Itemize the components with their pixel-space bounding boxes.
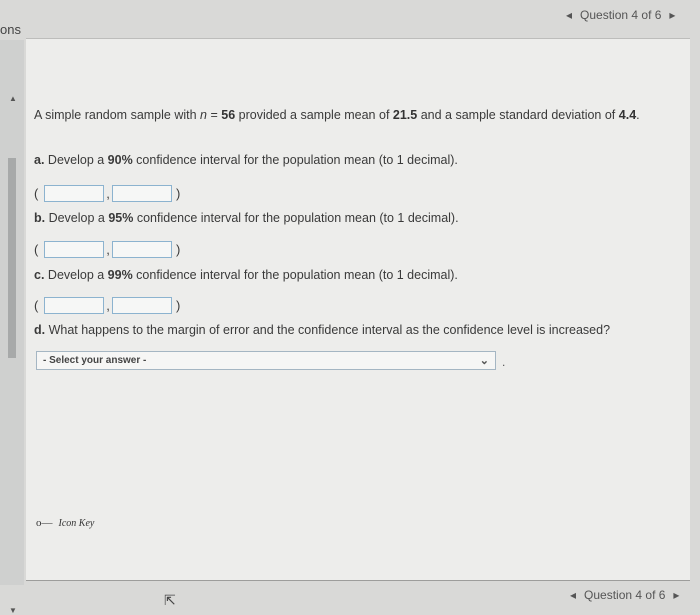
part-b-interval: ( , ) xyxy=(34,240,181,258)
answer-select[interactable]: - Select your answer - ⌄ xyxy=(36,351,496,370)
sample-sd: 4.4 xyxy=(618,108,637,122)
left-scrollbar[interactable]: ▲ ▼ xyxy=(0,40,24,615)
question-text: A simple random sample with n = 56 provi… xyxy=(34,108,640,122)
part-c-upper-input[interactable] xyxy=(112,296,172,314)
mouse-cursor-icon: ⇱ xyxy=(164,592,176,608)
select-value: - Select your answer - xyxy=(43,355,147,366)
part-b-prompt: b. Develop a 95% confidence interval for… xyxy=(34,211,459,225)
part-a-lower-input[interactable] xyxy=(44,184,104,202)
prev-question-icon[interactable]: ◂ xyxy=(566,8,572,22)
sidebar-label: ons xyxy=(0,22,21,37)
question-counter: Question 4 of 6 xyxy=(580,8,662,22)
prev-question-icon[interactable]: ◂ xyxy=(570,588,576,602)
sample-size: 56 xyxy=(221,108,236,122)
part-b-lower-input[interactable] xyxy=(44,240,104,258)
question-nav-top: ◂ Question 4 of 6 ▸ xyxy=(562,8,679,22)
next-question-icon[interactable]: ▸ xyxy=(669,8,675,22)
scroll-down-icon[interactable]: ▼ xyxy=(9,606,17,615)
sample-mean: 21.5 xyxy=(392,108,418,122)
scroll-up-icon[interactable]: ▲ xyxy=(9,94,17,103)
icon-key-label: Icon Key xyxy=(58,517,95,529)
part-a-prompt: a. Develop a 90% confidence interval for… xyxy=(34,153,458,167)
question-nav-bottom: ◂ Question 4 of 6 ▸ xyxy=(566,588,683,602)
next-question-icon[interactable]: ▸ xyxy=(673,588,679,602)
part-a-upper-input[interactable] xyxy=(112,184,172,202)
question-panel: A simple random sample with n = 56 provi… xyxy=(26,38,690,581)
chevron-down-icon: ⌄ xyxy=(479,355,489,367)
select-trailing-dot: . xyxy=(502,355,506,369)
scrollbar-thumb[interactable] xyxy=(8,158,16,358)
part-c-prompt: c. Develop a 99% confidence interval for… xyxy=(34,268,458,282)
part-c-lower-input[interactable] xyxy=(44,296,104,314)
key-icon: o— xyxy=(36,517,53,529)
part-c-interval: ( , ) xyxy=(34,296,181,314)
part-d-prompt: d. What happens to the margin of error a… xyxy=(34,323,611,337)
n-symbol: n xyxy=(200,108,207,122)
part-a-interval: ( , ) xyxy=(34,184,181,202)
icon-key-link[interactable]: o— Icon Key xyxy=(36,517,94,529)
question-counter: Question 4 of 6 xyxy=(584,588,666,602)
bottom-divider xyxy=(26,580,690,581)
part-b-upper-input[interactable] xyxy=(112,240,172,258)
